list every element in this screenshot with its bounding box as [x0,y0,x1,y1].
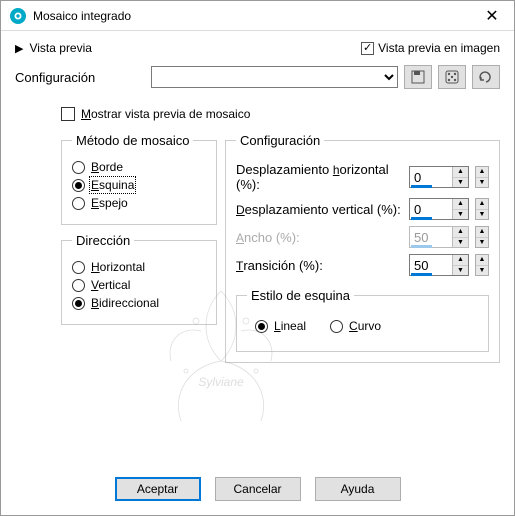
direction-option-0[interactable]: Horizontal [72,260,206,274]
radio-icon [72,161,85,174]
setting-spinner-0[interactable]: ▲▼ [409,166,469,188]
preview-in-image-checkbox[interactable]: ✓ Vista previa en imagen [361,41,500,55]
window-title: Mosaico integrado [33,9,470,23]
title-bar: Mosaico integrado ✕ [1,1,514,31]
show-mosaic-preview-label: Mostrar vista previa de mosaico [81,107,250,121]
radio-icon [72,279,85,292]
app-icon [9,7,27,25]
setting-label: Desplazamiento horizontal (%): [236,162,403,192]
spin-down-icon: ▼ [453,238,468,248]
setting-row-1: Desplazamiento vertical (%):▲▼▲▼ [236,198,489,220]
method-legend: Método de mosaico [72,133,193,148]
corner-style-option-1[interactable]: Curvo [330,319,381,333]
spinner-menu-button[interactable]: ▲▼ [475,254,489,276]
direction-legend: Dirección [72,233,134,248]
radio-label: Esquina [91,178,134,192]
method-group: Método de mosaico Borde Esquina Espejo [61,133,217,225]
direction-option-1[interactable]: Vertical [72,278,206,292]
save-preset-button[interactable] [404,65,432,89]
spinner-input[interactable] [410,167,452,187]
radio-label: Curvo [349,319,381,333]
ok-button[interactable]: Aceptar [115,477,201,501]
radio-icon [72,197,85,210]
preview-expander[interactable]: ▶ Vista previa [15,41,361,55]
radio-label: Vertical [91,278,130,292]
spinner-menu-button[interactable]: ▲▼ [475,198,489,220]
setting-spinner-1[interactable]: ▲▼ [409,198,469,220]
preview-label: Vista previa [29,41,91,55]
direction-group: Dirección Horizontal Vertical Bidirecciona… [61,233,217,325]
radio-label: Espejo [91,196,128,210]
cancel-button[interactable]: Cancelar [215,477,301,501]
checkbox-icon: ✓ [361,42,374,55]
checkbox-icon [61,107,75,121]
setting-label: Ancho (%): [236,230,403,245]
spin-up-icon[interactable]: ▲ [453,167,468,178]
radio-label: Bidireccional [91,296,159,310]
config-label: Configuración [15,70,145,85]
spin-down-icon[interactable]: ▼ [453,178,468,188]
help-button[interactable]: Ayuda [315,477,401,501]
randomize-button[interactable] [438,65,466,89]
method-option-0[interactable]: Borde [72,160,206,174]
corner-style-group: Estilo de esquina Lineal Curvo [236,288,489,352]
radio-icon [72,179,85,192]
radio-icon [330,320,343,333]
setting-label: Desplazamiento vertical (%): [236,202,403,217]
radio-icon [255,320,268,333]
settings-legend: Configuración [236,133,324,148]
radio-icon [72,261,85,274]
setting-spinner-3[interactable]: ▲▼ [409,254,469,276]
setting-label: Transición (%): [236,258,403,273]
spinner-input[interactable] [410,199,452,219]
direction-option-2[interactable]: Bidireccional [72,296,206,310]
close-button[interactable]: ✕ [470,1,514,31]
spinner-input[interactable] [410,255,452,275]
spinner-menu-button[interactable]: ▲▼ [475,166,489,188]
expand-icon: ▶ [15,42,23,55]
spin-up-icon[interactable]: ▲ [453,199,468,210]
method-option-1[interactable]: Esquina [72,178,206,192]
radio-icon [72,297,85,310]
setting-row-2: Ancho (%):▲▼▲▼ [236,226,489,248]
svg-text:Sylviane: Sylviane [198,375,244,389]
method-option-2[interactable]: Espejo [72,196,206,210]
radio-label: Lineal [274,319,306,333]
setting-row-3: Transición (%):▲▼▲▼ [236,254,489,276]
setting-row-0: Desplazamiento horizontal (%):▲▼▲▼ [236,162,489,192]
setting-spinner-2: ▲▼ [409,226,469,248]
spinner-input [410,227,452,247]
radio-label: Horizontal [91,260,145,274]
corner-style-legend: Estilo de esquina [247,288,354,303]
radio-label: Borde [91,160,123,174]
settings-group: Configuración Desplazamiento horizontal … [225,133,500,363]
spinner-menu-button: ▲▼ [475,226,489,248]
show-mosaic-preview-checkbox[interactable]: Mostrar vista previa de mosaico [61,107,250,121]
preview-in-image-label: Vista previa en imagen [378,41,500,55]
spin-up-icon: ▲ [453,227,468,238]
spin-down-icon[interactable]: ▼ [453,266,468,276]
config-dropdown[interactable] [151,66,398,88]
dialog-body: ▶ Vista previa ✓ Vista previa en imagen … [1,31,514,377]
corner-style-option-0[interactable]: Lineal [255,319,306,333]
reset-button[interactable] [472,65,500,89]
spin-down-icon[interactable]: ▼ [453,210,468,220]
spin-up-icon[interactable]: ▲ [453,255,468,266]
dialog-window: Mosaico integrado ✕ ▶ Vista previa ✓ Vis… [0,0,515,516]
